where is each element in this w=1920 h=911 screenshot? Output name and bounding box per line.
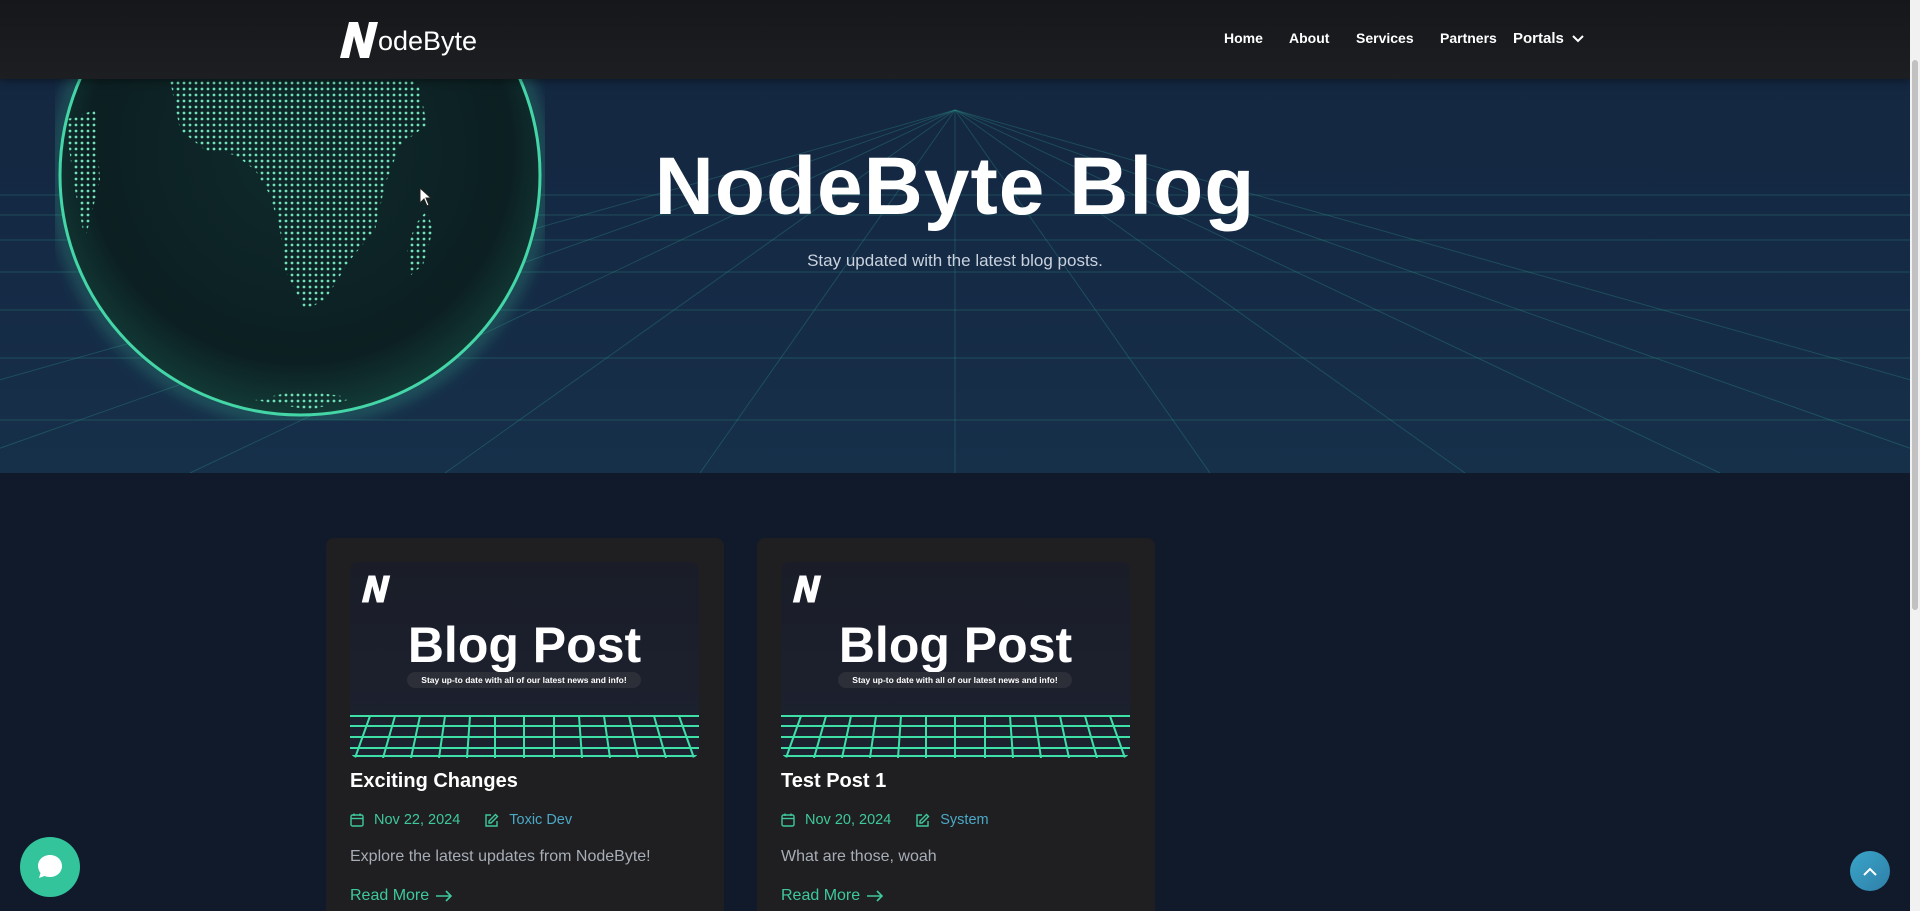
read-more-link[interactable]: Read More <box>781 887 884 905</box>
post-title[interactable]: Exciting Changes <box>350 770 518 793</box>
chevron-up-icon <box>1863 867 1877 876</box>
thumbnail-grid-graphic <box>350 715 699 758</box>
nav-partners[interactable]: Partners <box>1440 30 1497 46</box>
nav-about[interactable]: About <box>1289 30 1329 46</box>
post-author-name: System <box>940 812 989 828</box>
back-to-top-button[interactable] <box>1850 851 1890 891</box>
read-more-label: Read More <box>350 887 430 904</box>
post-title[interactable]: Test Post 1 <box>781 770 886 793</box>
nav-portals-dropdown[interactable]: Portals <box>1513 30 1584 47</box>
post-date: Nov 22, 2024 <box>374 812 461 828</box>
post-thumbnail[interactable]: Blog Post Stay up-to date with all of ou… <box>350 562 699 758</box>
scrollbar-thumb[interactable] <box>1912 60 1918 610</box>
nav-portals-label: Portals <box>1513 30 1564 47</box>
edit-icon <box>484 813 499 828</box>
arrow-right-icon <box>867 890 884 902</box>
main-nav: Home About Services Partners <box>0 30 1910 50</box>
post-excerpt: Explore the latest updates from NodeByte… <box>350 848 651 865</box>
thumbnail-title: Blog Post <box>407 617 642 673</box>
logo-mark-icon <box>792 575 822 603</box>
page-subtitle: Stay updated with the latest blog posts. <box>807 251 1103 270</box>
page-title: NodeByte Blog <box>654 141 1256 232</box>
post-meta: Nov 20, 2024 System <box>781 812 989 828</box>
post-card[interactable]: Blog Post Stay up-to date with all of ou… <box>757 538 1155 911</box>
post-author: System <box>915 812 989 828</box>
read-more-label: Read More <box>781 887 861 904</box>
nav-services[interactable]: Services <box>1356 30 1414 46</box>
page-scrollbar[interactable] <box>1910 0 1920 911</box>
post-excerpt: What are those, woah <box>781 848 937 865</box>
post-date: Nov 20, 2024 <box>805 812 892 828</box>
thumbnail-tagline: Stay up-to date with all of our latest n… <box>407 672 641 688</box>
mouse-cursor-icon <box>419 187 433 207</box>
thumbnail-title: Blog Post <box>838 617 1073 673</box>
edit-icon <box>915 813 930 828</box>
post-card[interactable]: Blog Post Stay up-to date with all of ou… <box>326 538 724 911</box>
post-author: Toxic Dev <box>484 812 572 828</box>
thumbnail-tagline: Stay up-to date with all of our latest n… <box>838 672 1072 688</box>
calendar-icon <box>781 813 795 827</box>
top-navbar: odeByte Home About Services Partners Por… <box>0 0 1910 79</box>
arrow-right-icon <box>436 890 453 902</box>
read-more-link[interactable]: Read More <box>350 887 453 905</box>
thumbnail-grid-graphic <box>781 715 1130 758</box>
post-author-name: Toxic Dev <box>509 812 573 828</box>
chat-widget-button[interactable] <box>20 837 80 897</box>
nav-home[interactable]: Home <box>1224 30 1263 46</box>
chevron-down-icon <box>1572 34 1584 42</box>
calendar-icon <box>350 813 364 827</box>
post-meta: Nov 22, 2024 Toxic Dev <box>350 812 572 828</box>
logo-mark-icon <box>361 575 391 603</box>
post-thumbnail[interactable]: Blog Post Stay up-to date with all of ou… <box>781 562 1130 758</box>
chat-bubble-icon <box>38 855 62 878</box>
